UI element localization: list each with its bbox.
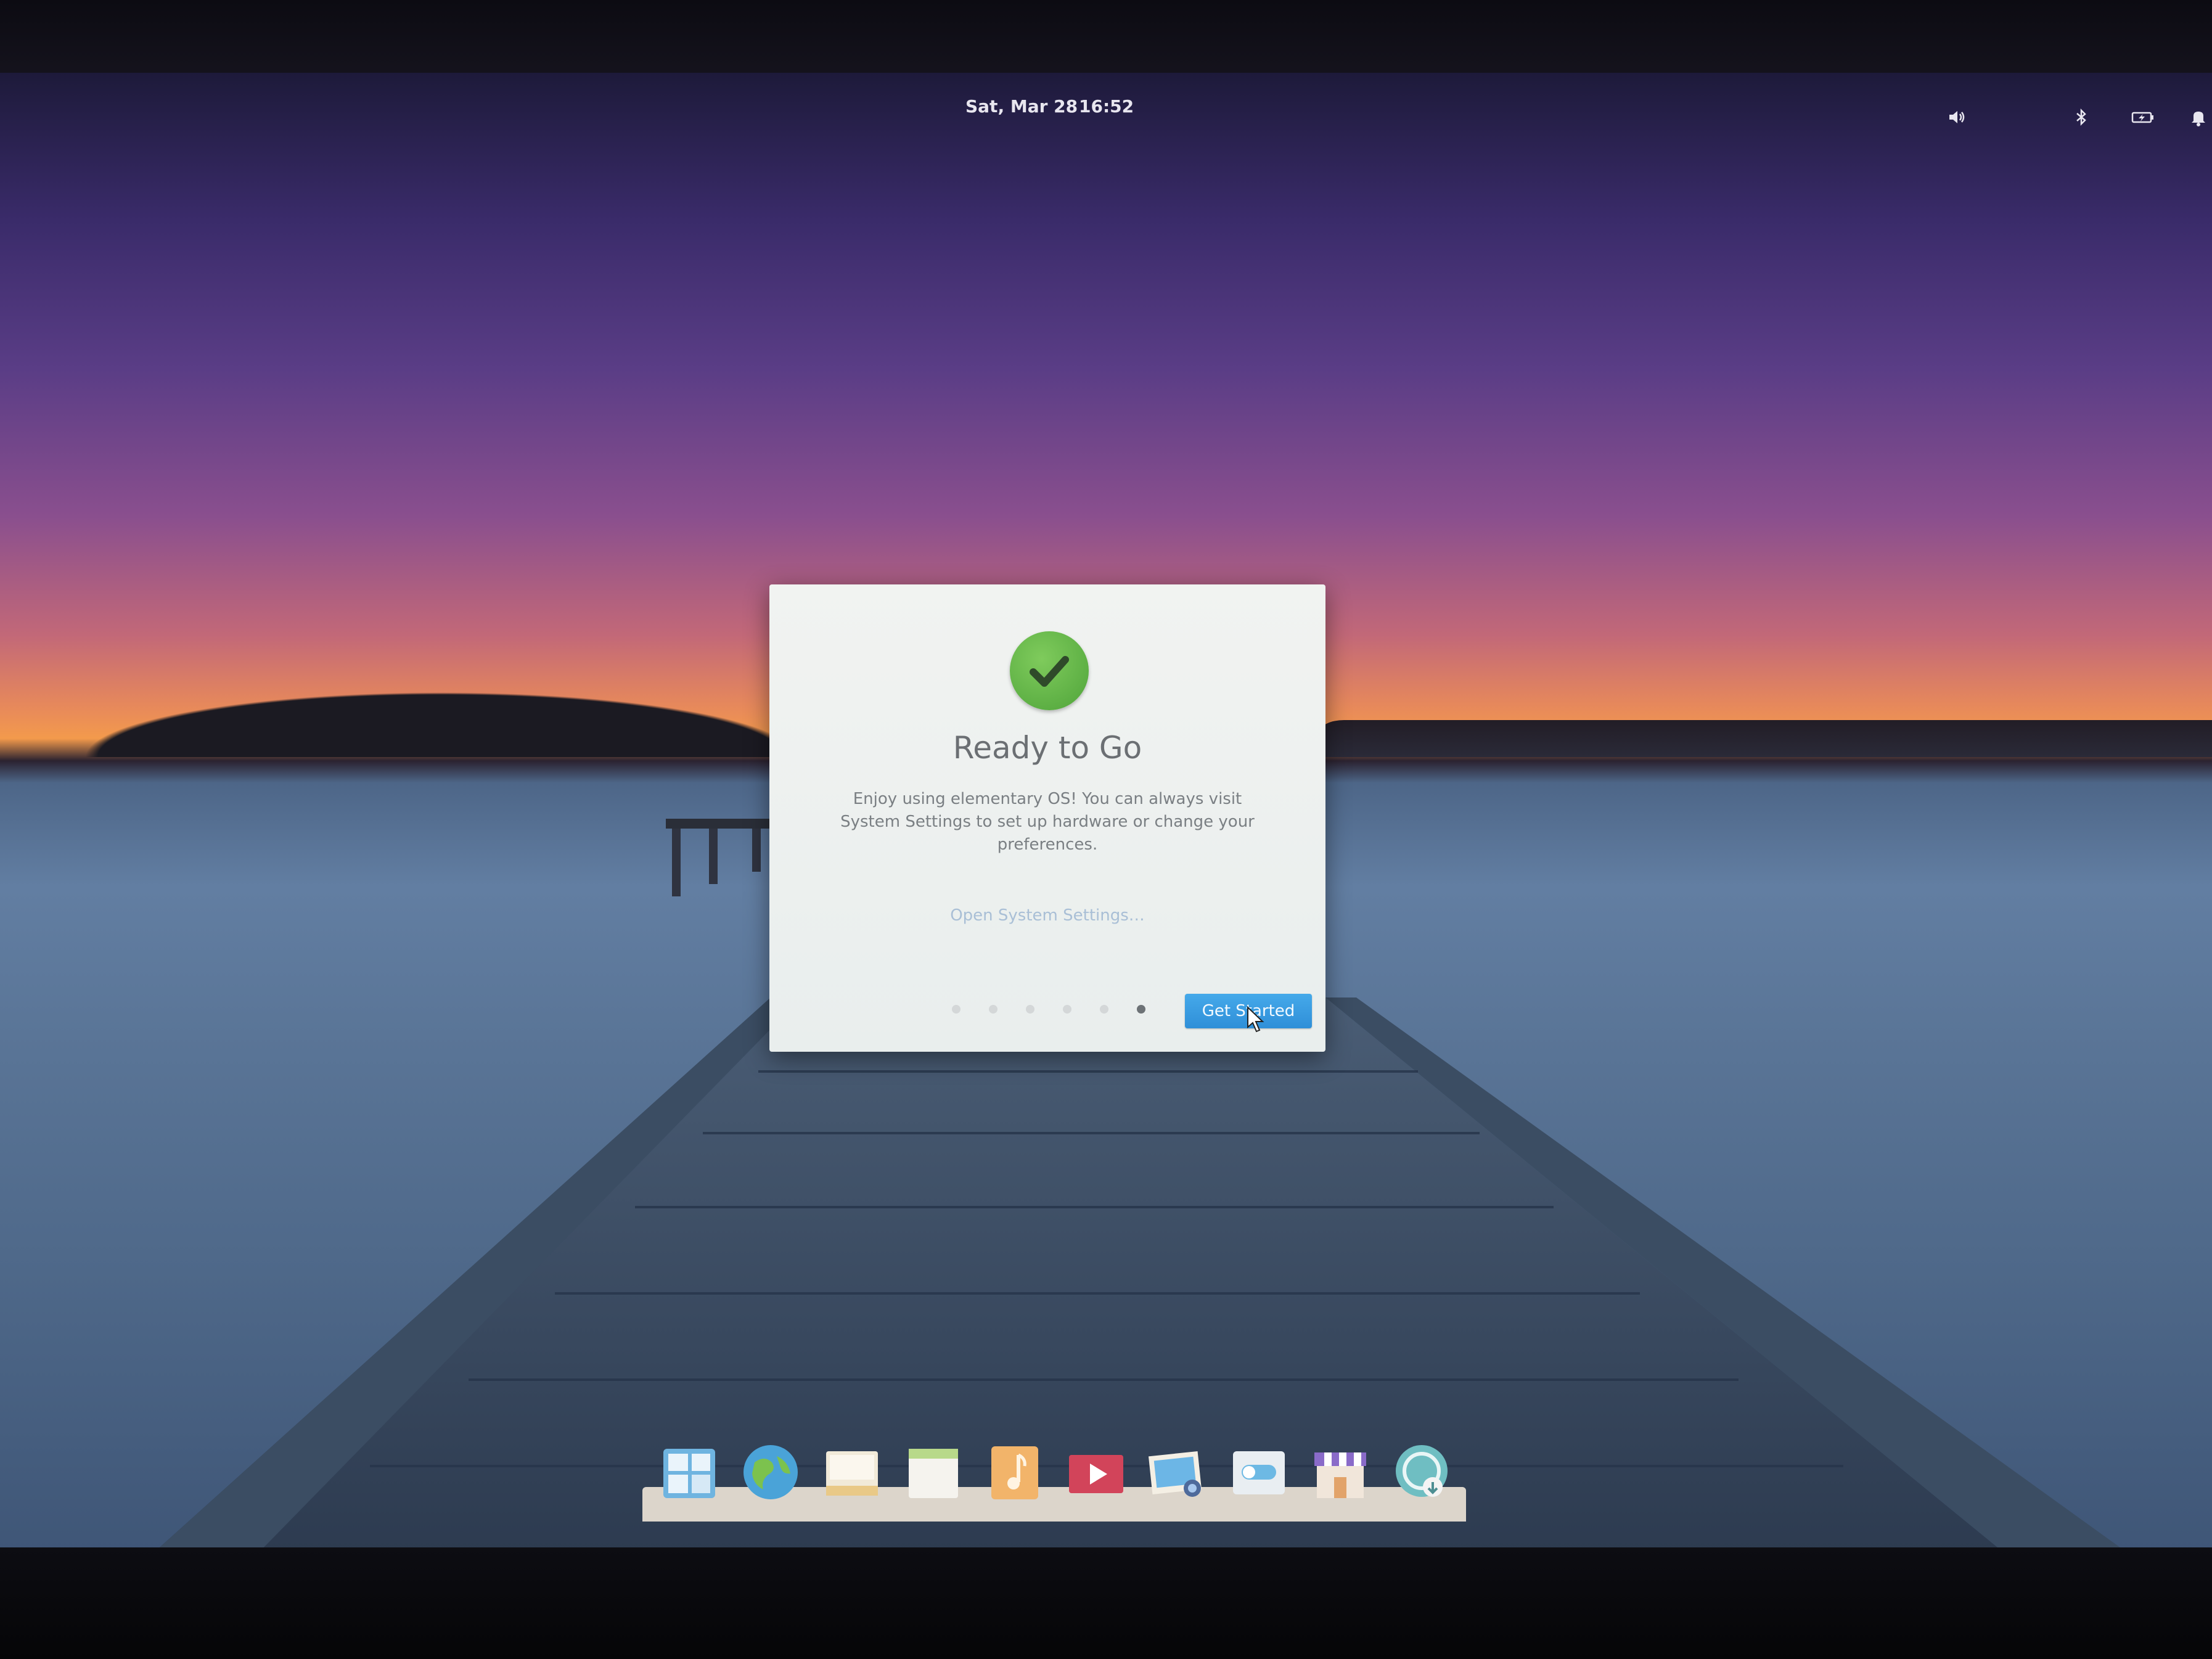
welcome-dialog: Ready to Go Enjoy using elementary OS! Y… bbox=[769, 584, 1325, 1052]
bluetooth-icon[interactable] bbox=[2071, 107, 2091, 127]
installer-icon[interactable] bbox=[1387, 1438, 1456, 1507]
panel-time[interactable]: 16:52 bbox=[1079, 96, 1134, 117]
dock bbox=[642, 1435, 1466, 1522]
panel-date[interactable]: Sat, Mar 28 bbox=[965, 96, 1078, 117]
page-dot[interactable] bbox=[989, 1005, 997, 1014]
dialog-description: Enjoy using elementary OS! You can alway… bbox=[840, 790, 1255, 854]
videos-icon[interactable] bbox=[1062, 1438, 1131, 1507]
music-icon[interactable] bbox=[980, 1438, 1049, 1507]
page-dot-current[interactable] bbox=[1137, 1005, 1145, 1014]
notifications-icon[interactable] bbox=[2189, 107, 2208, 127]
monitor-bezel-bottom bbox=[0, 1547, 2212, 1659]
page-dot[interactable] bbox=[1063, 1005, 1071, 1014]
photos-icon[interactable] bbox=[1143, 1438, 1212, 1507]
open-system-settings-link[interactable]: Open System Settings… bbox=[769, 906, 1325, 925]
mouse-cursor-icon bbox=[1247, 1006, 1264, 1033]
page-dot[interactable] bbox=[1026, 1005, 1034, 1014]
page-dot[interactable] bbox=[1100, 1005, 1108, 1014]
monitor-bezel-top bbox=[0, 0, 2212, 77]
desktop: Sat, Mar 28 16:52 Ready to Go Enjoy usin… bbox=[0, 73, 2212, 1552]
wallpaper-old-pier bbox=[666, 819, 777, 896]
appcenter-icon[interactable] bbox=[1306, 1438, 1375, 1507]
volume-icon[interactable] bbox=[1947, 107, 1967, 127]
checkmark-icon bbox=[1010, 631, 1089, 710]
battery-icon[interactable] bbox=[2131, 107, 2153, 127]
top-panel: Sat, Mar 28 16:52 bbox=[0, 73, 2212, 128]
web-browser-icon[interactable] bbox=[736, 1438, 805, 1507]
system-settings-icon[interactable] bbox=[1224, 1438, 1293, 1507]
dialog-title: Ready to Go bbox=[952, 730, 1142, 766]
calendar-icon[interactable] bbox=[899, 1438, 968, 1507]
mail-icon[interactable] bbox=[817, 1438, 887, 1507]
multitasking-view-icon[interactable] bbox=[655, 1438, 724, 1507]
page-dot[interactable] bbox=[952, 1005, 961, 1014]
